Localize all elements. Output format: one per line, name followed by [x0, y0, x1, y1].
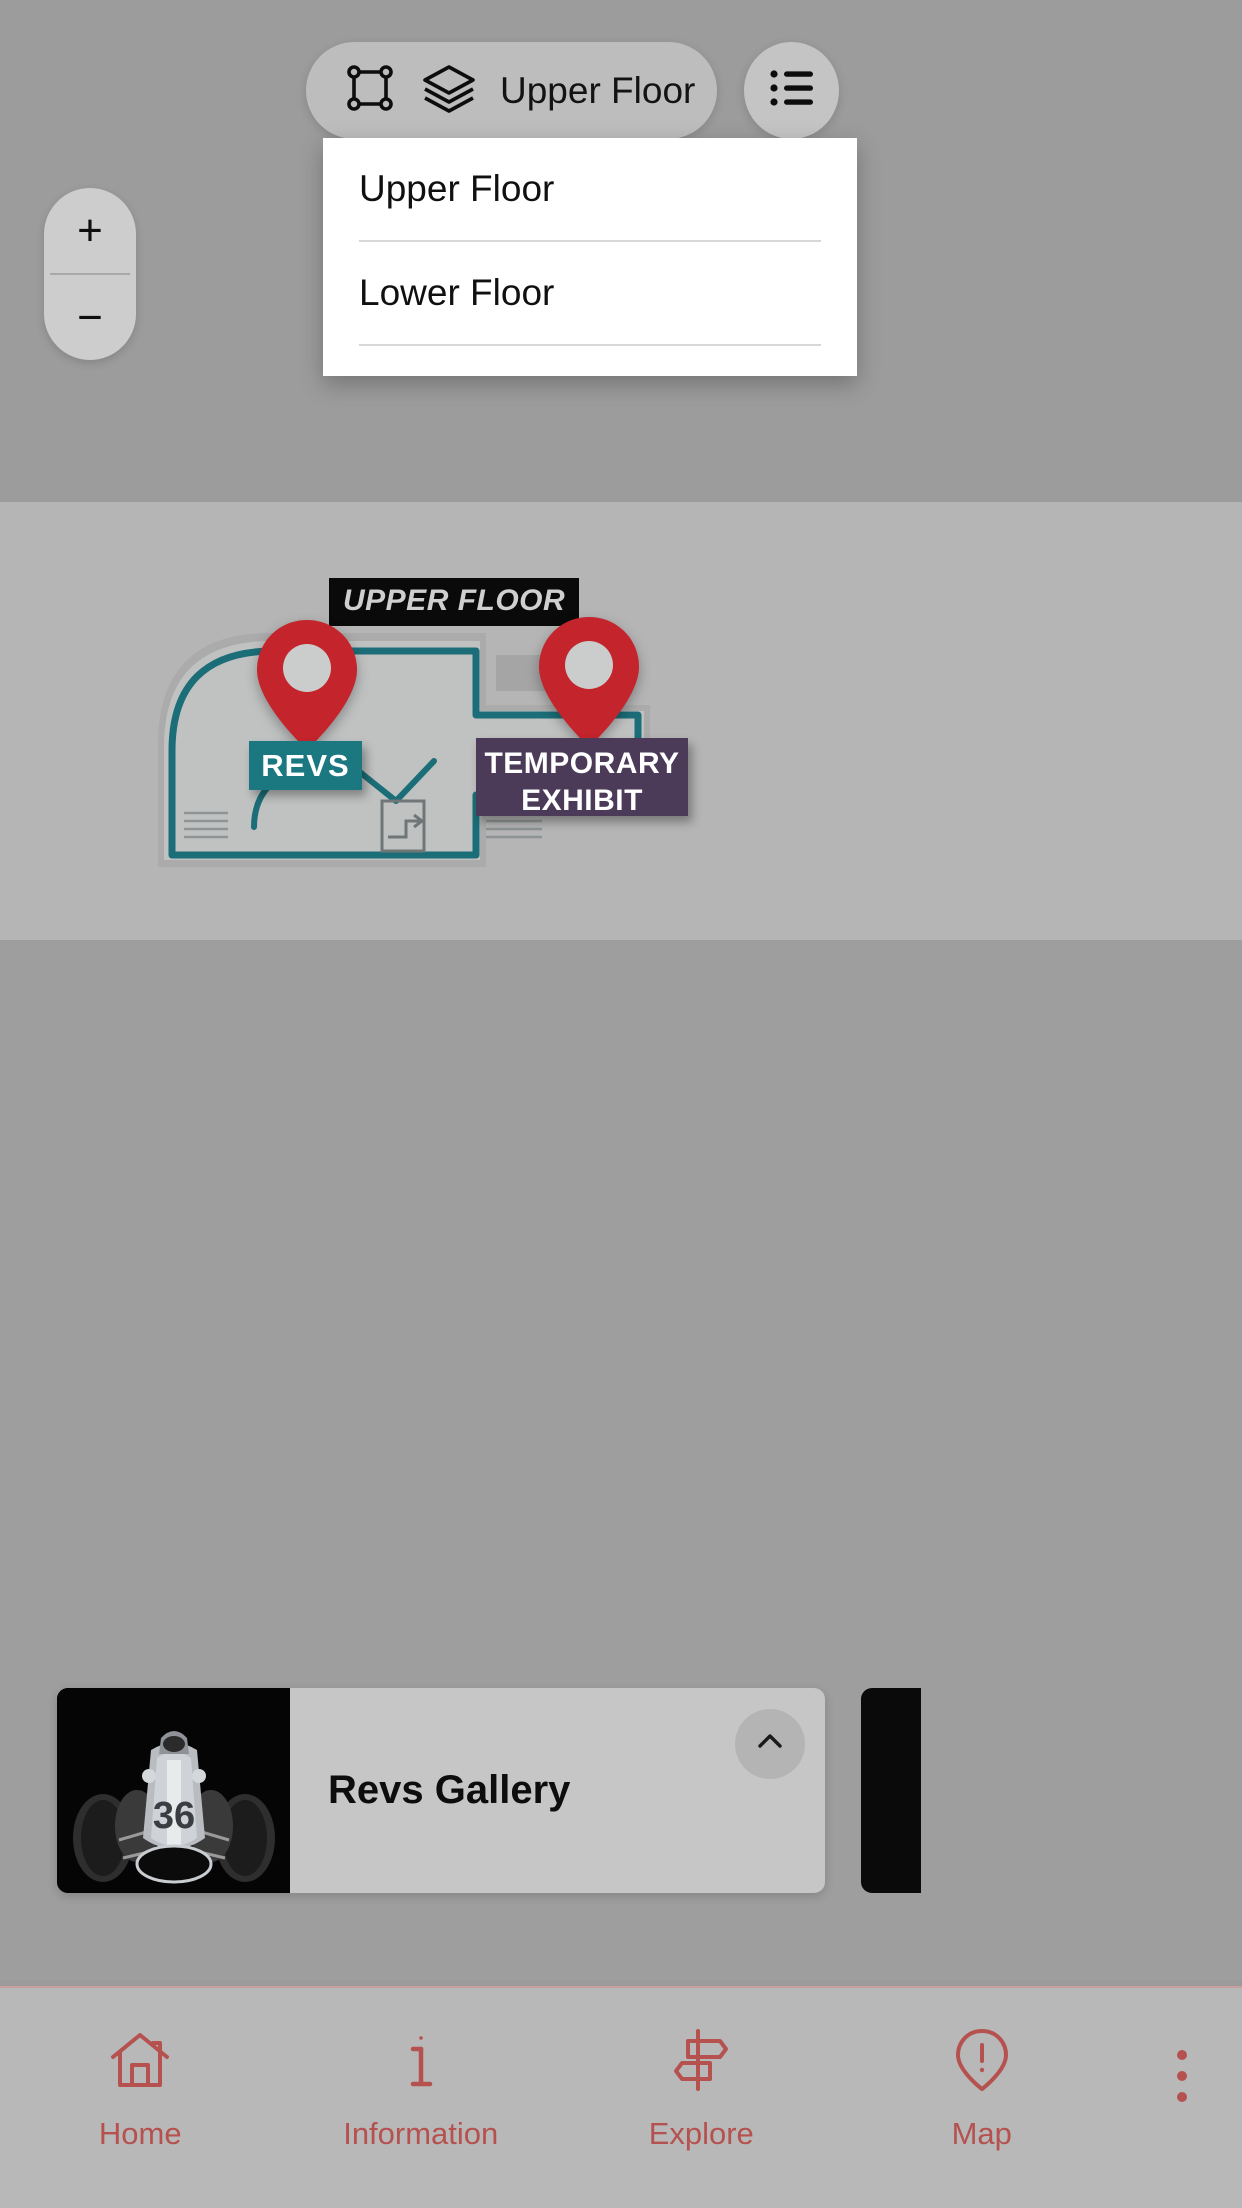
poi-card-next-thumbnail	[861, 1688, 921, 1893]
poi-card-next-peek[interactable]	[861, 1688, 921, 1893]
room-label-line2: EXHIBIT	[521, 783, 643, 817]
chevron-up-icon	[753, 1725, 787, 1764]
dropdown-option-upper-floor[interactable]: Upper Floor	[323, 138, 857, 240]
nav-label-information: Information	[343, 2116, 499, 2151]
list-icon	[765, 61, 819, 120]
nav-item-map[interactable]: Map	[842, 2018, 1123, 2152]
svg-text:36: 36	[153, 1795, 195, 1837]
bottom-navigation-bar[interactable]: Home Information Explore Map	[0, 1986, 1242, 2208]
frame-icon[interactable]	[342, 60, 398, 121]
floor-selector-label: Upper Floor	[500, 69, 696, 111]
poi-card-revs-gallery[interactable]: 36 Revs Gallery	[57, 1688, 825, 1893]
floor-selector-pill[interactable]: Upper Floor	[306, 42, 717, 139]
nav-item-home[interactable]: Home	[0, 2018, 281, 2152]
nav-label-home: Home	[98, 2116, 182, 2151]
nav-overflow-button[interactable]	[1122, 2018, 1242, 2119]
signpost-icon	[664, 2018, 738, 2102]
zoom-out-button[interactable]: −	[44, 275, 136, 360]
poi-card-carousel[interactable]: 36 Revs Gallery	[0, 1688, 1242, 1893]
poi-card-thumbnail: 36	[57, 1688, 290, 1893]
map-pin-revs[interactable]	[255, 618, 359, 752]
list-view-button[interactable]	[744, 42, 839, 139]
poi-card-collapse-button[interactable]	[735, 1709, 805, 1779]
dropdown-divider-2	[359, 344, 821, 346]
nav-label-map: Map	[951, 2116, 1012, 2151]
nav-label-explore: Explore	[648, 2116, 754, 2151]
info-icon	[384, 2018, 458, 2102]
home-icon	[103, 2018, 177, 2102]
map-pin-temporary-exhibit[interactable]	[537, 615, 641, 749]
zoom-controls[interactable]: + −	[44, 188, 136, 360]
dropdown-option-lower-floor[interactable]: Lower Floor	[323, 242, 857, 344]
nav-item-information[interactable]: Information	[281, 2018, 562, 2152]
room-label-line1: TEMPORARY	[484, 747, 680, 780]
nav-item-explore[interactable]: Explore	[561, 2018, 842, 2152]
more-vertical-icon	[1173, 2040, 1191, 2119]
room-label-temporary-exhibit[interactable]: TEMPORARY EXHIBIT	[476, 738, 688, 817]
floor-dropdown-menu[interactable]: Upper Floor Lower Floor	[323, 138, 857, 376]
zoom-in-button[interactable]: +	[44, 188, 136, 273]
layers-icon[interactable]	[420, 59, 478, 122]
map-pin-alert-icon	[945, 2018, 1019, 2102]
room-label-revs[interactable]: REVS	[249, 741, 362, 790]
